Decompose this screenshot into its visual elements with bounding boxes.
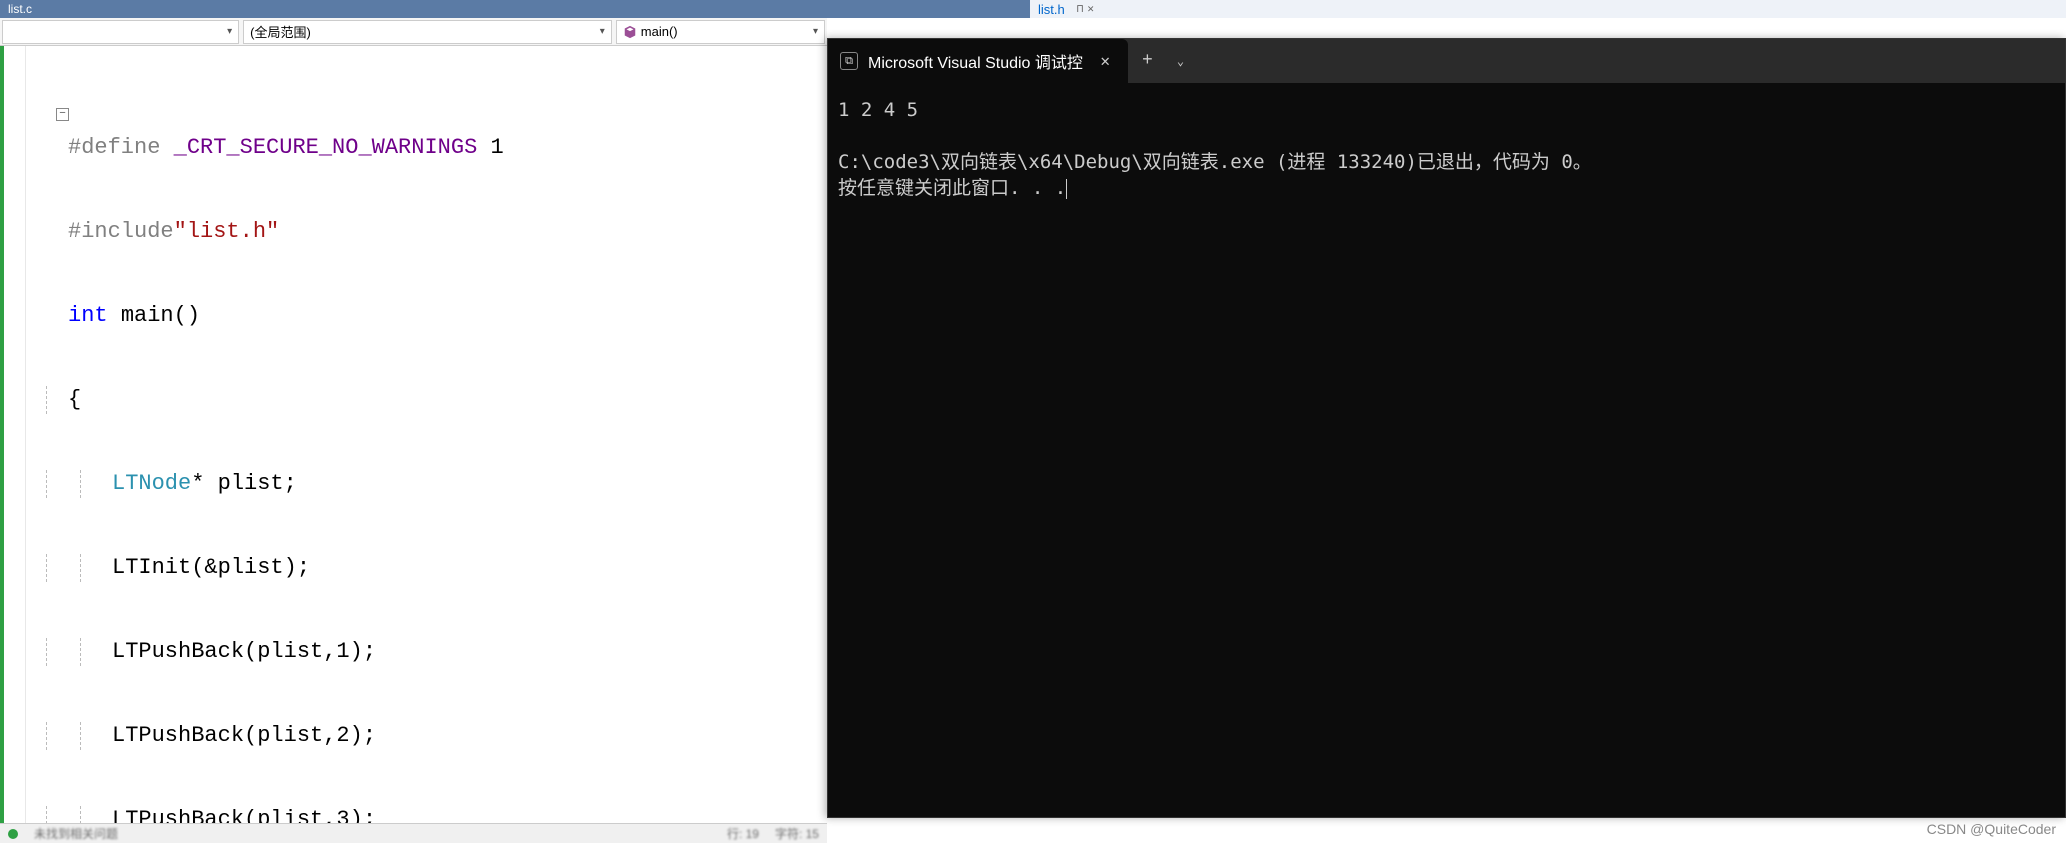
member-label: main()	[641, 24, 678, 39]
pin-icon[interactable]: ⊓	[1077, 2, 1084, 16]
terminal-output[interactable]: 1 2 4 5 C:\code3\双向链表\x64\Debug\双向链表.exe…	[828, 83, 2065, 215]
secondary-tab-bar: list.h ⊓ ✕	[1030, 0, 2066, 18]
status-bar: 未找到相关问题 行: 19 字符: 15	[0, 823, 827, 843]
status-issues[interactable]: 未找到相关问题	[34, 825, 118, 842]
debug-console: ⧉ Microsoft Visual Studio 调试控 ✕ + ⌄ 1 2 …	[827, 38, 2066, 818]
watermark: CSDN @QuiteCoder	[1927, 821, 2056, 837]
fold-toggle[interactable]: −	[56, 108, 69, 121]
chevron-down-icon: ▾	[600, 26, 605, 37]
chevron-down-icon: ▾	[813, 26, 818, 37]
project-dropdown[interactable]: ▾	[2, 20, 239, 44]
terminal-close-icon[interactable]: ✕	[1094, 51, 1116, 71]
status-ok-icon	[8, 829, 18, 839]
scope-dropdown[interactable]: (全局范围) ▾	[243, 20, 612, 44]
file-tab-active[interactable]: list.c	[0, 2, 40, 16]
member-dropdown[interactable]: main() ▾	[616, 20, 825, 44]
navigation-bar: ▾ (全局范围) ▾ main() ▾	[0, 18, 827, 46]
method-icon	[623, 25, 637, 39]
terminal-tab-title: Microsoft Visual Studio 调试控	[868, 49, 1084, 73]
close-icon[interactable]: ✕	[1087, 2, 1094, 16]
chevron-down-icon: ▾	[227, 26, 232, 37]
code-editor[interactable]: − #define _CRT_SECURE_NO_WARNINGS 1 #inc…	[0, 46, 827, 843]
scope-label: (全局范围)	[250, 22, 311, 41]
status-line: 行: 19	[727, 825, 759, 842]
tab-menu-icon[interactable]: ⌄	[1167, 54, 1194, 69]
terminal-titlebar[interactable]: ⧉ Microsoft Visual Studio 调试控 ✕ + ⌄	[828, 39, 2065, 83]
file-tab-listh[interactable]: list.h	[1030, 2, 1073, 17]
terminal-tab[interactable]: ⧉ Microsoft Visual Studio 调试控 ✕	[828, 39, 1128, 83]
new-tab-button[interactable]: +	[1128, 51, 1167, 71]
status-col: 字符: 15	[775, 825, 819, 842]
code-margin	[4, 46, 26, 843]
code-content[interactable]: − #define _CRT_SECURE_NO_WARNINGS 1 #inc…	[26, 46, 827, 843]
vs-icon: ⧉	[840, 52, 858, 70]
terminal-cursor	[1066, 179, 1067, 199]
